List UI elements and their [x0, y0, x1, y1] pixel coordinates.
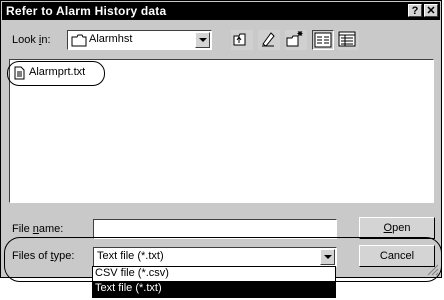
- title-bar[interactable]: Refer to Alarm History data ? ✕: [2, 2, 440, 20]
- highlight-ellipse-type: [4, 237, 442, 282]
- look-in-value: Alarmhst: [89, 33, 133, 45]
- new-folder-button[interactable]: [285, 30, 307, 50]
- file-name-input[interactable]: [93, 219, 337, 239]
- look-in-label: Look in:: [12, 34, 51, 46]
- dropdown-option-txt[interactable]: Text file (*.txt): [93, 282, 335, 297]
- new-folder-icon: [286, 31, 303, 47]
- chevron-down-icon[interactable]: [195, 32, 210, 48]
- list-view-icon: [314, 32, 332, 48]
- close-button[interactable]: ✕: [424, 4, 438, 17]
- open-button[interactable]: Open: [359, 217, 435, 239]
- highlight-ellipse-file: [7, 61, 105, 86]
- up-folder-button[interactable]: [231, 30, 253, 50]
- dialog-title: Refer to Alarm History data: [6, 4, 167, 18]
- details-view-button[interactable]: [337, 30, 359, 50]
- desktop-button[interactable]: [258, 30, 280, 50]
- list-view-button[interactable]: [312, 30, 334, 50]
- up-folder-icon: [233, 33, 246, 46]
- folder-icon: [71, 34, 87, 47]
- look-in-combo[interactable]: Alarmhst: [67, 30, 212, 50]
- desktop-icon: [262, 32, 275, 47]
- file-name-label: File name:: [12, 223, 64, 235]
- details-view-icon: [338, 31, 356, 47]
- help-button[interactable]: ?: [408, 4, 422, 17]
